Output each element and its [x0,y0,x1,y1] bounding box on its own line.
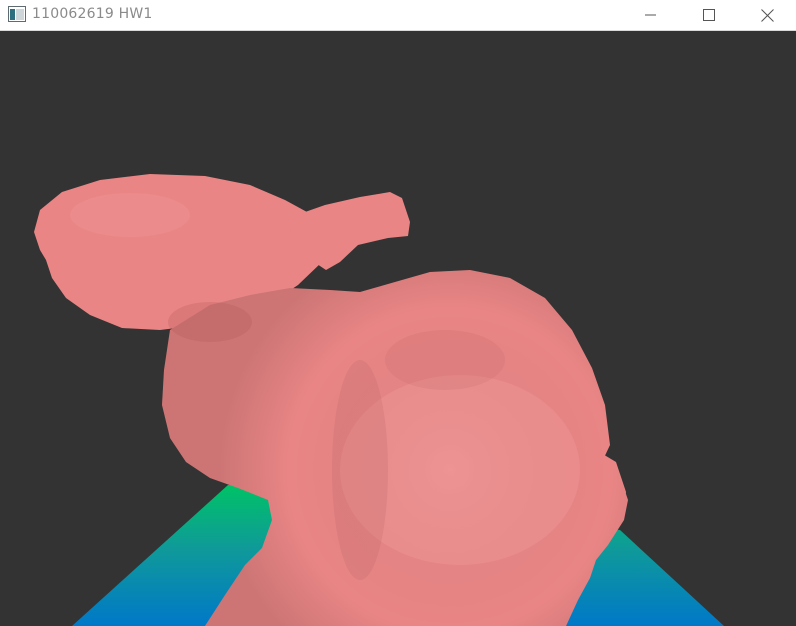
close-icon [760,8,774,22]
app-window-icon [8,6,26,22]
rendered-scene [0,31,796,626]
minimize-button[interactable] [622,0,680,30]
app-window: 110062619 HW1 [0,0,796,626]
close-button[interactable] [738,0,796,30]
minimize-icon [645,9,657,21]
maximize-icon [703,9,715,21]
maximize-button[interactable] [680,0,738,30]
title-bar[interactable]: 110062619 HW1 [0,0,796,31]
window-title: 110062619 HW1 [32,6,153,22]
render-viewport[interactable] [0,31,796,626]
